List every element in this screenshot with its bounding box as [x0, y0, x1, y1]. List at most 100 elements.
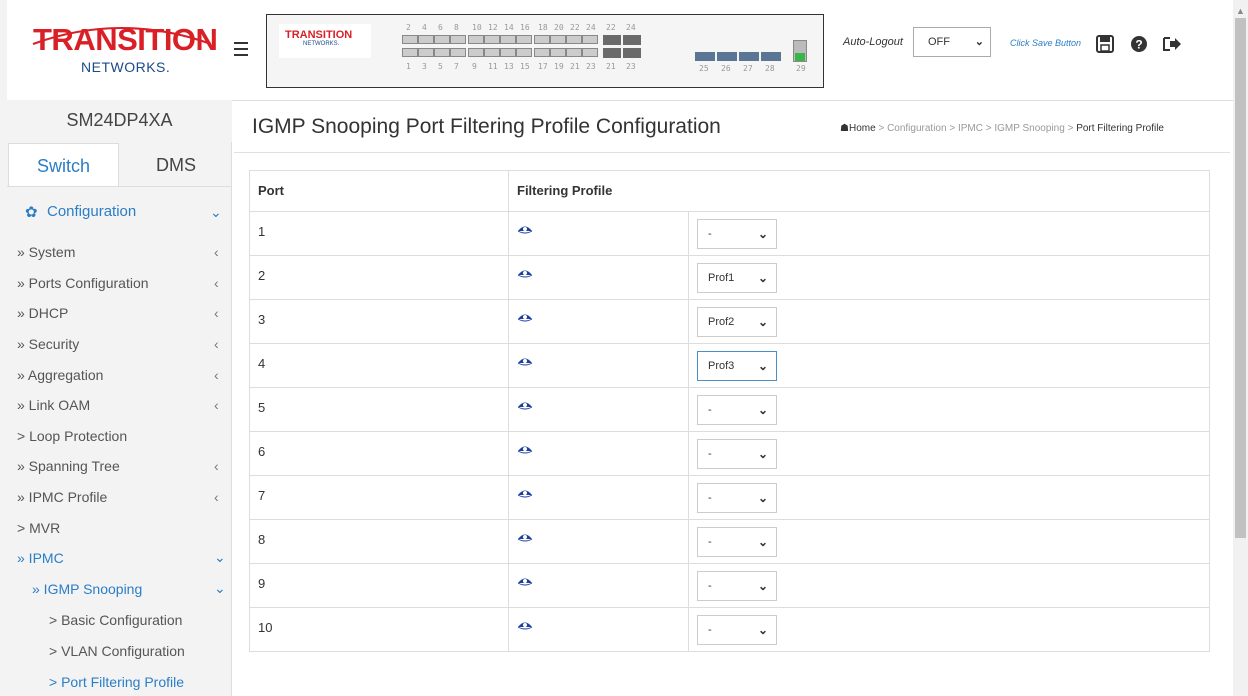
port-number: 7 — [454, 62, 459, 71]
view-profile-cell — [508, 211, 689, 256]
chevron-down-icon: ⌄ — [757, 491, 768, 505]
port-number: 9 — [472, 62, 477, 71]
profile-value: - — [708, 624, 712, 636]
gear-icon: ✿ — [25, 204, 38, 221]
breadcrumb-configuration[interactable]: Configuration — [887, 123, 946, 134]
panel-logo: TRANSITION NETWORKS. — [279, 24, 371, 58]
port-top — [550, 35, 566, 44]
profile-select[interactable]: - ⌄ — [697, 395, 777, 425]
sidebar-item-label: > MVR — [17, 520, 61, 536]
eye-icon[interactable] — [517, 355, 533, 367]
scrollbar-thumb[interactable] — [1235, 18, 1246, 538]
profile-select[interactable]: - ⌄ — [697, 219, 777, 249]
chevron-down-icon: ⌄ — [210, 204, 222, 220]
breadcrumb-ipmc[interactable]: IPMC — [958, 123, 983, 134]
auto-logout-value: OFF — [928, 36, 950, 48]
table-row: 9- ⌄ — [249, 563, 1210, 608]
chevron-down-icon: ⌄ — [757, 271, 768, 285]
profile-select-cell: Prof2 ⌄ — [688, 299, 1210, 344]
port-top — [582, 35, 598, 44]
profile-select[interactable]: - ⌄ — [697, 615, 777, 645]
eye-icon[interactable] — [517, 575, 533, 587]
profile-select[interactable]: Prof3 ⌄ — [697, 351, 777, 381]
eye-icon[interactable] — [517, 311, 533, 323]
port-number: 18 — [538, 23, 548, 32]
view-profile-cell — [508, 607, 689, 652]
port-bottom — [484, 48, 500, 57]
chevron-left-icon: ‹ — [214, 305, 219, 321]
scroll-up-icon[interactable]: ▲ — [1236, 6, 1245, 16]
auto-logout-select[interactable]: OFF ⌄ — [913, 27, 991, 57]
profile-select[interactable]: - ⌄ — [697, 527, 777, 557]
port-number: 12 — [488, 23, 498, 32]
profile-select[interactable]: - ⌄ — [697, 483, 777, 513]
port-number: 2 — [406, 23, 411, 32]
sidebar-item-label: > Loop Protection — [17, 428, 128, 444]
port-number: 5 — [438, 62, 443, 71]
port-bottom — [500, 48, 516, 57]
eye-icon[interactable] — [517, 223, 533, 235]
eye-icon[interactable] — [517, 487, 533, 499]
chevron-down-icon: ⌄ — [974, 36, 984, 48]
sidebar-item-label: » DHCP — [17, 305, 69, 321]
port-number: 23 — [626, 62, 636, 71]
view-profile-cell — [508, 431, 689, 476]
home-icon: ☗ — [840, 123, 849, 134]
profile-select-cell: - ⌄ — [688, 387, 1210, 432]
logo-text: TRANSITION — [33, 22, 218, 57]
port-top — [418, 35, 434, 44]
table-row: 3 Prof2 ⌄ — [249, 299, 1210, 344]
port-top — [402, 35, 418, 44]
tab-dms[interactable]: DMS — [120, 143, 232, 187]
table-row: 10- ⌄ — [249, 607, 1210, 652]
tab-switch[interactable]: Switch — [8, 143, 119, 187]
profile-select[interactable]: - ⌄ — [697, 571, 777, 601]
save-icon[interactable] — [1096, 35, 1114, 53]
chevron-left-icon: ‹ — [214, 397, 219, 413]
port-bottom — [402, 48, 418, 57]
profile-value: - — [708, 580, 712, 592]
sidebar-item-label: » IGMP Snooping — [32, 581, 143, 597]
chevron-down-icon: ⌄ — [214, 549, 226, 565]
mgmt-port-led — [795, 53, 805, 61]
view-profile-cell — [508, 475, 689, 520]
port-top — [500, 35, 516, 44]
view-profile-cell — [508, 519, 689, 564]
table-row: 2 Prof1 ⌄ — [249, 255, 1210, 300]
sidebar-item-label: » Spanning Tree — [17, 458, 120, 474]
chevron-down-icon: ⌄ — [757, 227, 768, 241]
profile-select[interactable]: - ⌄ — [697, 439, 777, 469]
view-profile-cell — [508, 343, 689, 388]
port-number: 10 — [472, 23, 482, 32]
eye-icon[interactable] — [517, 443, 533, 455]
port-number: 19 — [554, 62, 564, 71]
eye-icon[interactable] — [517, 531, 533, 543]
port-bottom — [450, 48, 466, 57]
title-divider — [234, 152, 1230, 153]
port-number: 4 — [422, 23, 427, 32]
profile-select[interactable]: Prof2 ⌄ — [697, 307, 777, 337]
eye-icon[interactable] — [517, 267, 533, 279]
port-number: 13 — [504, 62, 514, 71]
menu-icon[interactable] — [234, 42, 248, 56]
eye-icon[interactable] — [517, 619, 533, 631]
breadcrumb: ☗Home > Configuration > IPMC > IGMP Snoo… — [840, 123, 1164, 134]
profile-select[interactable]: Prof1 ⌄ — [697, 263, 777, 293]
eye-icon[interactable] — [517, 399, 533, 411]
port-filtering-table: Port Filtering Profile 1- ⌄ 2 Prof1 ⌄ 3 Prof2 ⌄… — [249, 170, 1210, 652]
auto-logout-label: Auto-Logout — [843, 36, 903, 48]
logout-icon[interactable] — [1162, 35, 1182, 53]
port-number: 27 — [743, 64, 753, 73]
help-icon[interactable]: ? — [1130, 35, 1148, 53]
port-number: 22 — [570, 23, 580, 32]
uplink-port — [717, 52, 737, 61]
sidebar-item-label: » Link OAM — [17, 397, 91, 413]
breadcrumb-home[interactable]: Home — [849, 123, 876, 134]
port-number: 16 — [520, 23, 530, 32]
port-number: 22 — [606, 23, 616, 32]
port-number: 6 — [438, 23, 443, 32]
port-number: 21 — [570, 62, 580, 71]
svg-text:?: ? — [1135, 38, 1142, 52]
port-cell: 6 — [249, 431, 509, 476]
breadcrumb-igmp-snooping[interactable]: IGMP Snooping — [994, 123, 1064, 134]
